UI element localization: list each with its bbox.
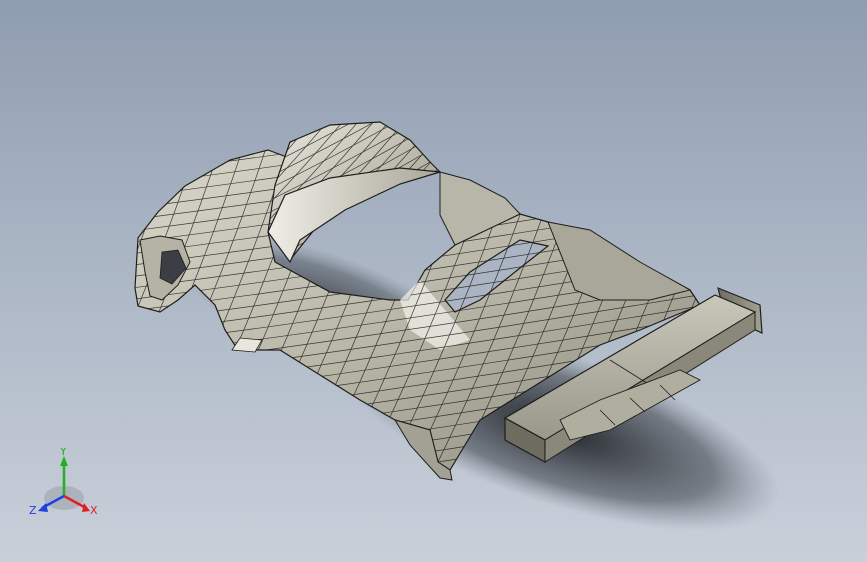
surface-isoline — [130, 20, 867, 140]
surface-isoline — [135, 150, 700, 164]
graphics-viewport[interactable]: Y X Z — [0, 0, 867, 562]
x-axis-arrow — [82, 503, 90, 512]
surface-isoline — [268, 122, 440, 123]
x-axis-label: X — [90, 504, 98, 517]
surface-isoline — [260, 0, 480, 110]
surface-isoline — [268, 122, 440, 135]
y-axis-label: Y — [59, 448, 67, 458]
coordinate-triad[interactable]: Y X Z — [24, 448, 106, 522]
z-axis-label: Z — [29, 504, 37, 517]
surface-isoline — [135, 150, 700, 175]
model-scene[interactable] — [0, 0, 867, 562]
surface-isoline — [135, 150, 700, 152]
